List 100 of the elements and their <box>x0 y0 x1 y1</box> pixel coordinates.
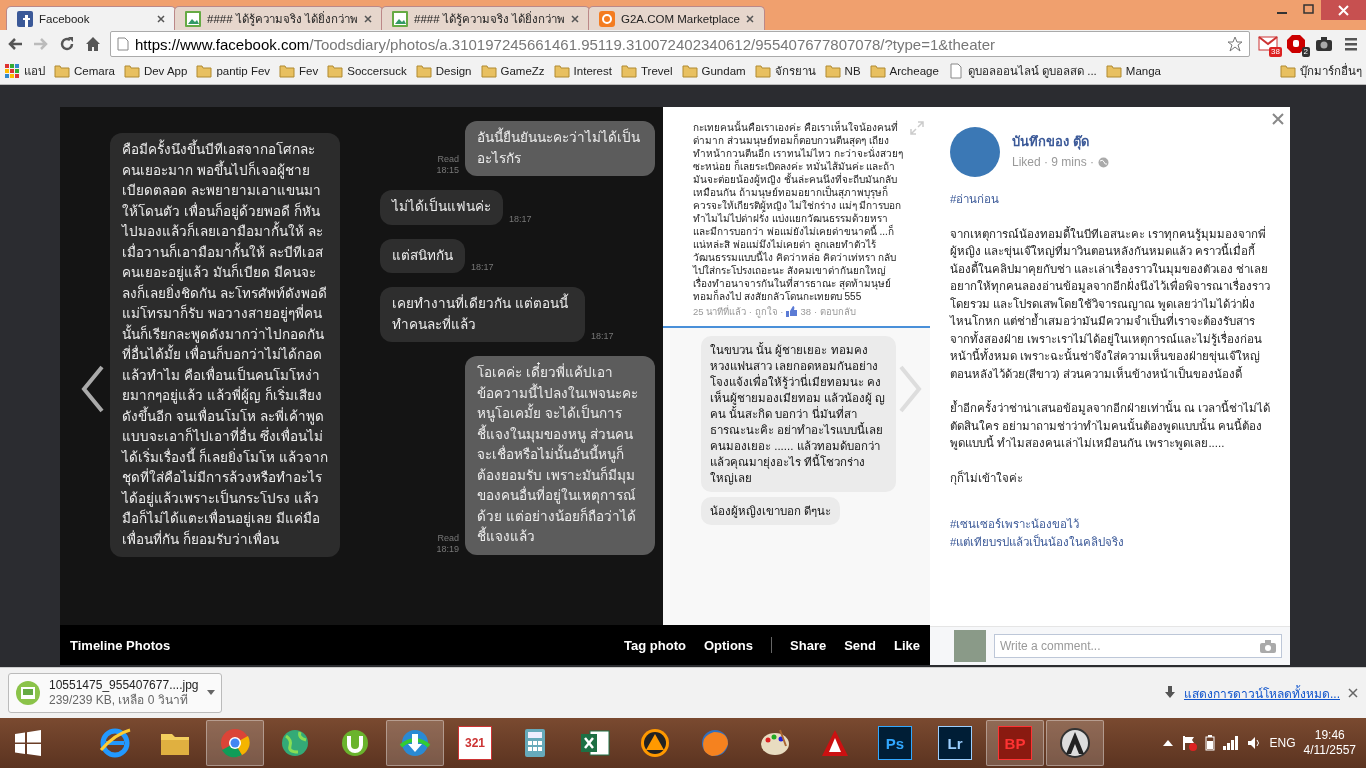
message-time: 18:17 <box>591 331 614 342</box>
bookmark[interactable]: Manga <box>1105 63 1161 79</box>
close-icon[interactable] <box>364 14 372 23</box>
caret-icon[interactable] <box>207 690 215 696</box>
battery-icon[interactable] <box>1205 735 1216 751</box>
bookmark[interactable]: Interest <box>553 63 612 79</box>
bookmark[interactable]: Trevel <box>620 63 673 79</box>
taskbar-app[interactable]: Lr <box>926 720 984 766</box>
close-icon[interactable] <box>157 14 165 23</box>
read-receipt: Read <box>436 154 459 165</box>
album-link[interactable]: Timeline Photos <box>70 637 171 653</box>
clock[interactable]: 19:46 4/11/2557 <box>1303 728 1356 758</box>
apps-icon <box>4 63 20 79</box>
bookmark[interactable]: จักรยาน <box>754 62 816 80</box>
message-time: 18:17 <box>509 213 532 225</box>
bookmark[interactable]: บุ๊กมาร์กอื่นๆ <box>1280 62 1362 80</box>
photo-action[interactable]: Options <box>703 637 754 653</box>
app-icon: Lr <box>938 726 972 760</box>
image-icon <box>185 10 201 27</box>
site-icon <box>598 10 615 27</box>
photo-action[interactable]: Like <box>894 637 920 653</box>
site-icon <box>17 10 33 27</box>
bookmark[interactable]: GameZz <box>480 63 545 79</box>
up-arrow-icon[interactable] <box>1163 739 1174 747</box>
mail-icon[interactable] <box>1258 34 1278 54</box>
bookmark[interactable]: pantip Fev <box>196 63 271 79</box>
home-icon[interactable] <box>84 35 102 53</box>
comment-text: กะเทยคนนั้นคือเราเองค่ะ คือเราเห็นใจน้องคนที่ด่ามาก ส่วนมนุษย์ทอมก็ตอบกวนตีนสุดๆ เถียง ทำหน้ากวนตีนอีก เราทนไม่ไหว กะว่าจะนั่งสวยๆซะหน่อย ก็เลยระเบิดลงค่ะ หมั่นไส้มันค่ะ และถ้ามันจะต่อยน้องผู้หญิง ชั้นล่ะคนนึงที่จะถีบมันกลับเหมือนกัน ถ้ามนุษย์ทอมอยากเป็นสุภาพบุรุษก็ควรจะให้เกียรติผู้หญิง ไม่ใช่กร่าง แม่ๆ มีการบอกทำไมไม่ไปด่าฝรั่ง แบ่งแยกวัฒนธรรมด้วยหรา และมีการบอกว่า พ่อแม่ยังไม่เคยด่าขนาดนี้ ...ก็แน่หล่ะสิ พ่อแม่มึงไม่เคยด่า ลูกเลยทำตัวไร้วัฒนธรรมแบบนี้ไง คิดว่าหล่อ คิดว่าเท่หรา กลับไปใส่กระโปรงเถอะนะ สังคมเขาด่ากันยกใหญ่เรื่องทำอนาจารกันในที่สารธาณะ สุดท้ามนุษย์ทอมก็ลงไป สงสัยกลัวโดนกะเทยตบ 555 <box>693 121 904 303</box>
message-bubble: ไม่ได้เป็นแฟนค่ะ <box>380 190 503 225</box>
avatar <box>954 630 986 662</box>
folder-icon <box>415 63 432 79</box>
photo-action[interactable]: Send <box>844 637 876 653</box>
taskbar-app[interactable] <box>1046 720 1104 766</box>
folder-icon <box>824 63 841 79</box>
comment-field[interactable]: Write a comment... <box>994 634 1282 658</box>
close-icon[interactable] <box>1272 113 1284 125</box>
author-name[interactable]: บันทึกของ ตุ๊ด <box>1012 131 1110 152</box>
browser-tab[interactable]: #### ได้รู้ความจริง ได้ยิ่งกว่าพ <box>174 6 383 30</box>
close-icon[interactable] <box>570 14 579 23</box>
bookmark[interactable]: Design <box>415 63 472 79</box>
hashtag-link[interactable]: #แต่เทียบรปแล้วเป็นน้องในคลิปจริง <box>950 533 1272 551</box>
camera-icon[interactable] <box>1314 34 1334 54</box>
message-bubble: โอเคค่ะ เดี๋ยวพี่แค้ปเอาข้อความนี้ไปลงในเพจนะคะหนูโอเคมั้ย จะได้เป็นการชี้แจงในมุมของหนู ส่วนคนจะเชื่อหรือไม่นั้นอันนี้หนูก็ต้องยอมรับ เพราะมันก็มีมุมของคนอื่นที่อยู่ในเหตุการณ์ด้วย แต่อย่างน้อยก็ถือว่าได้ชี้แจงแล้ว <box>465 356 655 555</box>
browser-tab[interactable]: G2A.COM Marketplace <box>587 6 765 30</box>
language-indicator[interactable]: ENG <box>1269 736 1296 750</box>
volume-icon[interactable] <box>1247 736 1262 750</box>
download-item[interactable]: 10551475_955407677....jpg 239/239 KB, เหลือ 0 วินาที <box>8 673 222 713</box>
stop-sign-icon[interactable] <box>1286 34 1306 54</box>
file-name: 10551475_955407677....jpg <box>49 678 199 693</box>
comment-meta: 25 นาทีที่แล้ว · ถูกใจ · <box>693 305 784 318</box>
star-icon[interactable] <box>1227 36 1243 52</box>
photo-action[interactable]: Share <box>790 637 827 653</box>
menu-icon[interactable] <box>1342 35 1360 53</box>
hashtag-link[interactable]: #อ่านก่อน <box>950 191 1272 209</box>
count-badge: 2 <box>1301 47 1310 57</box>
signal-icon[interactable] <box>1223 736 1240 750</box>
bookmark[interactable]: Fev <box>279 63 319 79</box>
taskbar-app[interactable]: 321 <box>446 720 504 766</box>
close-icon[interactable] <box>1348 688 1358 698</box>
globe-icon <box>1098 156 1110 168</box>
download-icon <box>1164 686 1176 700</box>
taskbar-app[interactable] <box>386 720 444 766</box>
bookmark[interactable]: ดูบอลออนไลน์ ดูบอลสด ... <box>947 62 1097 80</box>
close-icon[interactable] <box>745 14 754 23</box>
image-file-icon <box>15 680 41 706</box>
bookmark[interactable]: Dev App <box>123 63 188 79</box>
browser-icon <box>98 726 132 760</box>
windows-logo-icon[interactable] <box>15 730 41 756</box>
app-icon: Ps <box>878 726 912 760</box>
folder-icon <box>123 63 140 79</box>
taskbar-app[interactable]: Ps <box>866 720 924 766</box>
bookmark[interactable]: Archeage <box>869 63 939 79</box>
post-text: ย้ำอีกครั้งว่าช่าน่าเสนอข้อมูลจากอีกฝ่ายเท่านั้น ณ เวลานี้ช่าไม่ได้ตัดสินใคร อย่ามาถามช่าว่าทำไมคนนั้นต้องพูดแบบนั้น คนนี้ต้องพูดแบบนี้ ทำไมสองคนเล่าไม่เหมือนกัน เพราะพูดเลย..... <box>950 400 1272 452</box>
folder-icon <box>681 63 698 79</box>
page-icon <box>947 63 964 79</box>
message-time: 18:19 <box>436 543 459 555</box>
close-icon[interactable] <box>1321 0 1366 20</box>
message-bubble: คือมีครั้งนึงขึ้นบีทีเอสจากอโศกละคนเยอะมาก พอขึ้นไปก็เจอผู้ชายเบียดตลอด ละพยายามเอาแขนมาให้โดนตัว เพื่อนก็อยู่ด้วยพอดี ก็หันไปมองแล้วก็เลยเอามือมากั้นให้ ละเมื่อวานก็เอามือมากั้นให้ ละบีทีเอสคนเยอะอยู่แล้ว มันก็เบียด มีคนจะลงก็เลยยิ่งชิดกัน ละโทรศัพท์ดังพอดี แม่โทรมาก็รับ พอวางสายอยู่ๆพี่คนนั้นก็เรียกละพูดดังมากว่าไปกอดกันที่อื่นได้มั้ย เพื่อนก็บอกว่าไม่ได้กอด แล้วทำไม คือเพื่อนเป็นคนโมโหง่ายมากๆอยู่แล้ว แล้วพี่ผู้ญ ก็เริ่มเสียงดังขึ้นอีก จนเพื่อนโมโห ละพี่เค้าพูดแบบจะเอาก็ไปเอาที่อื่น ซึ่งเพื่อนไม่ได้เริ่มเรื่องนี้ ก็เลยยิ่งโมโห แล้วจากชุดที่ใส่คือไม่มีการล้วงหรือทำอะไรได้อยู่แล้วเพราะเป็นกระโปรง แล้วมือก็ไม่ได้แตะเพื่อนอยู่เลย มีแค่มือเพื่อนที่กัน ก็ยอมรับว่าเพื่อน <box>110 133 340 557</box>
image-icon <box>392 10 408 27</box>
address-bar[interactable]: https://www.facebook.com/Toodsdiary/photos/a.310197245661461.95119.310072402340612/955407677807078/?type=1&theater <box>110 31 1250 57</box>
url-text: https://www.facebook.com/Toodsdiary/photos/a.310197245661461.95119.310072402340612/955407677807078/?type=1&theater <box>135 35 995 53</box>
folder-icon <box>279 63 296 79</box>
browser-tab[interactable]: #### ได้รู้ความจริง ได้ยิ่งกว่าพ <box>381 6 590 30</box>
reload-icon[interactable] <box>58 35 76 53</box>
bookmark[interactable]: แอป <box>4 62 45 80</box>
browser-tab[interactable]: Facebook <box>6 6 176 30</box>
hashtag-link[interactable]: #เซนเซอร์เพราะน้องขอไว้ <box>950 516 1272 534</box>
comment-meta: · ตอบกลับ <box>814 305 856 318</box>
message-bubble: น้องผู้หญิงเขาบอก ดีๆนะ <box>701 497 841 525</box>
bookmark[interactable]: Cemara <box>54 63 115 79</box>
show-all-downloads-link[interactable]: แสดงการดาวน์โหลดทั้งหมด... <box>1184 683 1340 703</box>
bookmark[interactable]: NB <box>824 63 861 79</box>
message-bubble: เคยทำงานที่เดียวกัน แต่ตอนนี้ทำคนละที่แล้ว <box>380 287 585 342</box>
photo-action[interactable]: Tag photo <box>624 637 686 653</box>
folder-icon <box>1105 63 1122 79</box>
launcher-icon <box>1058 726 1092 760</box>
page-icon <box>117 37 129 51</box>
flag-icon[interactable] <box>1181 735 1198 751</box>
bookmark[interactable]: Soccersuck <box>327 63 407 79</box>
bookmark[interactable]: Gundam <box>681 63 746 79</box>
